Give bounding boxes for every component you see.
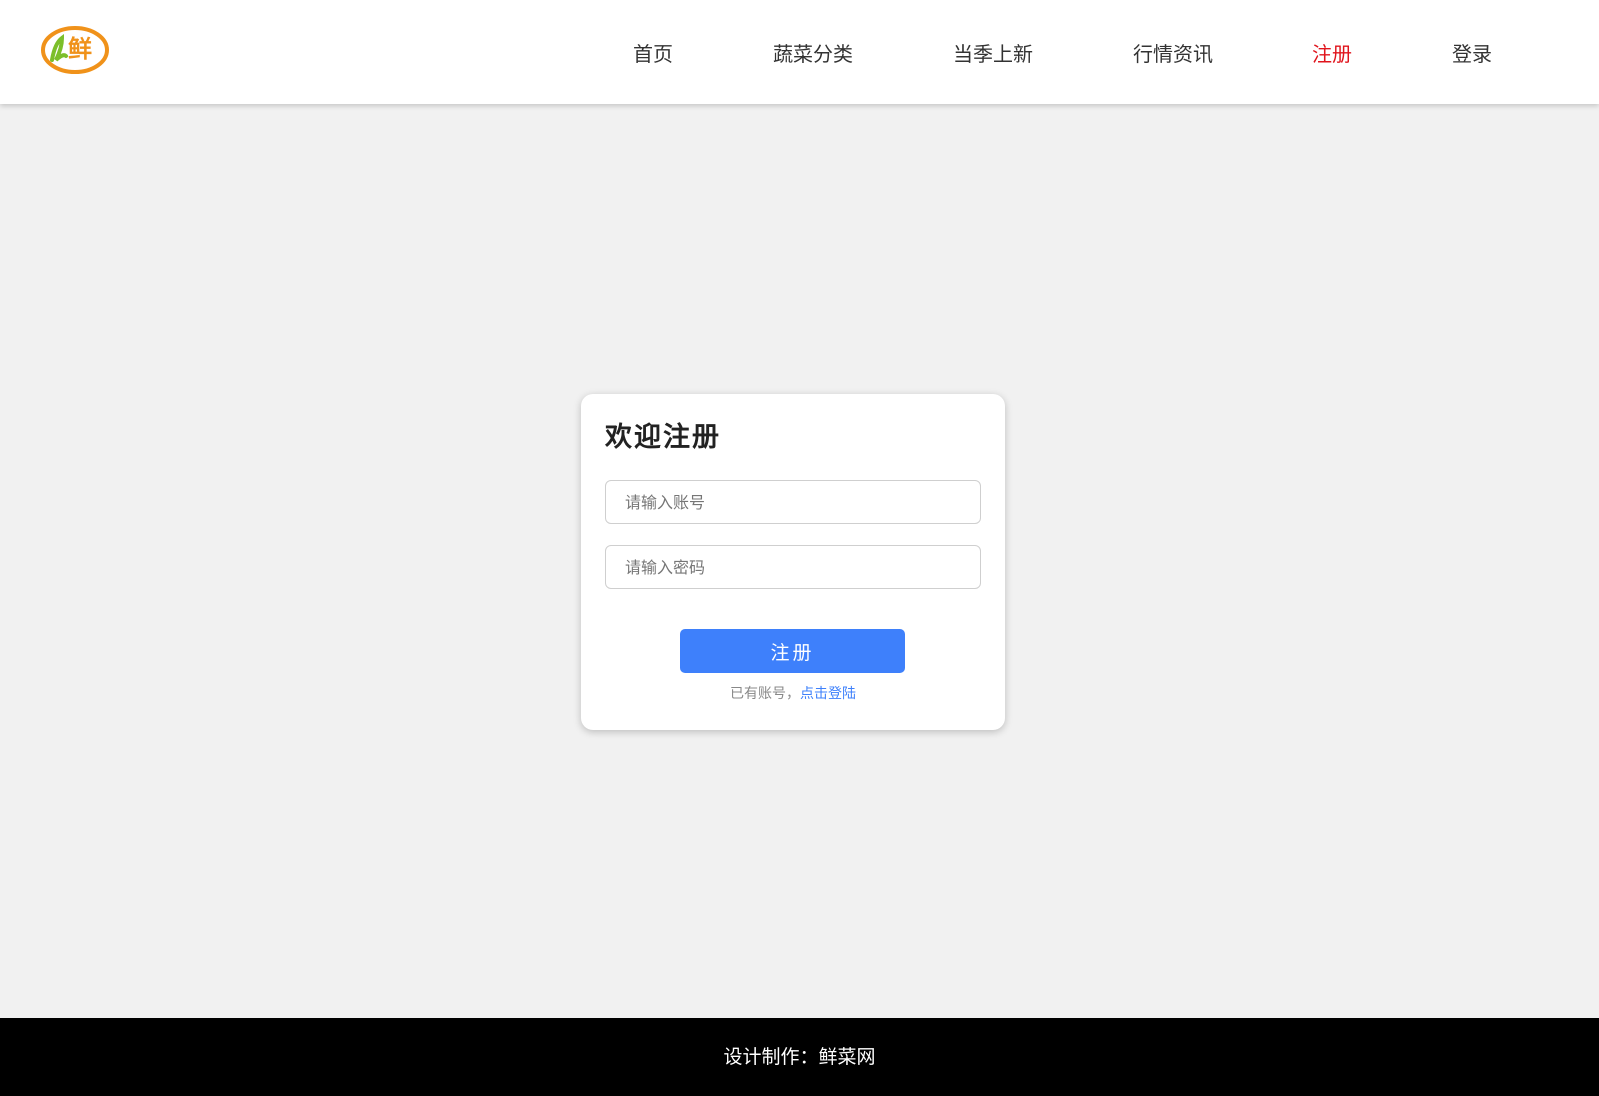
login-hint: 已有账号，点击登陆	[581, 684, 1005, 704]
login-hint-text: 已有账号，	[730, 686, 800, 702]
site-header: 鲜 首页 蔬菜分类 当季上新 行情资讯 注册 登录	[0, 0, 1599, 104]
footer-credit: 设计制作：鲜菜网	[723, 1046, 876, 1068]
register-title: 欢迎注册	[605, 422, 721, 453]
nav-item-register[interactable]: 注册	[1312, 40, 1352, 68]
nav-item-vegetable-categories[interactable]: 蔬菜分类	[773, 40, 853, 68]
nav-item-login[interactable]: 登录	[1452, 40, 1492, 68]
nav-item-home[interactable]: 首页	[633, 40, 673, 68]
register-button[interactable]: 注册	[680, 629, 905, 673]
login-link[interactable]: 点击登陆	[800, 686, 856, 702]
site-footer: 设计制作：鲜菜网	[0, 1018, 1599, 1096]
nav-item-seasonal-new[interactable]: 当季上新	[953, 40, 1033, 68]
nav-item-market-news[interactable]: 行情资讯	[1133, 40, 1213, 68]
password-input[interactable]	[605, 545, 981, 589]
main-nav: 首页 蔬菜分类 当季上新 行情资讯 注册 登录	[0, 0, 1599, 104]
account-input[interactable]	[605, 480, 981, 524]
register-card: 欢迎注册 注册 已有账号，点击登陆	[581, 394, 1005, 730]
